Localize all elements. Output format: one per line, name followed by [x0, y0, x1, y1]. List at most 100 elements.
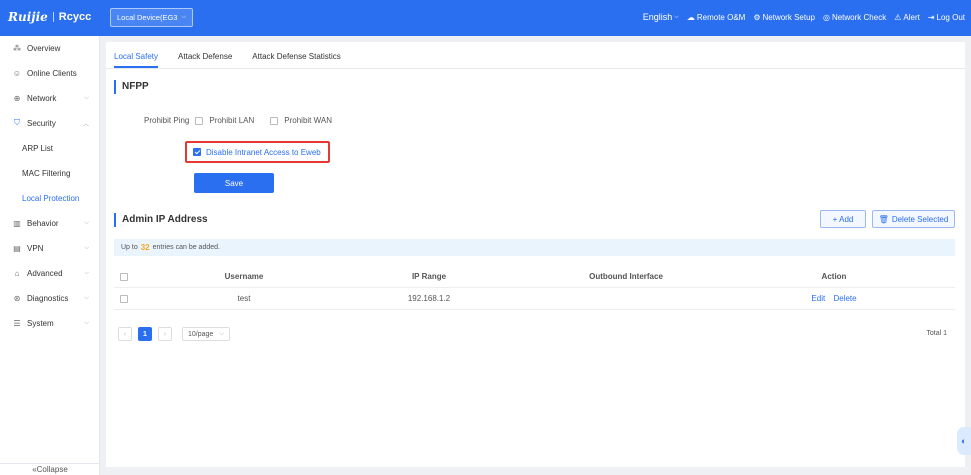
column-action: Action — [821, 272, 847, 281]
sidebar-item-network[interactable]: ⊕ Network ⌵ — [0, 87, 100, 109]
pagination: ‹ 1 › 10/page ⌵ — [118, 327, 230, 341]
sidebar-item-security[interactable]: ⛉ Security ︿ — [0, 112, 100, 134]
user-icon: ☺ — [12, 68, 22, 78]
sidebar: ⁂ Overview ☺ Online Clients ⊕ Network ⌵ … — [0, 36, 100, 475]
language-select[interactable]: English ⌵ — [643, 12, 679, 22]
top-bar: Ruijie Rcycc Local Device(EG3 ⌵ English … — [0, 0, 971, 36]
delete-link[interactable]: Delete — [833, 294, 856, 303]
tab-local-safety[interactable]: Local Safety — [114, 52, 159, 68]
network-check-label: Network Check — [831, 12, 887, 22]
sidebar-item-label: Network — [27, 93, 57, 103]
cell-outbound-interface — [566, 288, 686, 310]
sidebar-item-label: VPN — [27, 243, 44, 253]
sidebar-item-label: Security — [27, 118, 56, 128]
vpn-icon: ▤ — [13, 243, 21, 253]
chevron-down-icon: ⌵ — [674, 13, 679, 20]
add-button[interactable]: + Add — [820, 210, 866, 228]
delete-selected-label: Delete Selected — [891, 214, 949, 224]
sidebar-item-label: MAC Filtering — [22, 168, 71, 178]
sidebar-item-label: Local Protection — [22, 193, 80, 203]
sidebar-item-behavior[interactable]: ▥ Behavior ⌵ — [0, 212, 100, 234]
row-checkbox[interactable] — [120, 295, 128, 303]
prohibit-wan-label[interactable]: Prohibit WAN — [284, 116, 332, 125]
prev-page-button[interactable]: ‹ — [118, 327, 132, 341]
remote-om-link[interactable]: ☁ Remote O&M — [687, 13, 745, 22]
logout-label: Log Out — [936, 12, 965, 22]
prohibit-lan-checkbox[interactable] — [195, 116, 204, 125]
collapse-button[interactable]: «Collapse — [0, 463, 100, 475]
chevron-down-icon: ⌵ — [84, 269, 89, 276]
delete-selected-button[interactable]: 🗑 Delete Selected — [872, 210, 955, 228]
page-size-select[interactable]: 10/page ⌵ — [182, 327, 230, 341]
edit-link[interactable]: Edit — [811, 294, 825, 303]
tab-bar: Local Safety Attack Defense Attack Defen… — [114, 52, 341, 68]
system-icon: ☰ — [13, 318, 21, 328]
notice-prefix: Up to — [121, 244, 138, 251]
logout-link[interactable]: ⇥ Log Out — [928, 13, 965, 22]
column-ip-range: IP Range — [411, 272, 447, 281]
sidebar-item-label: Overview — [27, 43, 61, 53]
tabs-divider — [106, 68, 965, 69]
logo-divider — [52, 12, 54, 22]
shield-icon: ⛉ — [14, 118, 20, 127]
sidebar-item-label: ARP List — [22, 143, 53, 153]
tab-attack-defense[interactable]: Attack Defense — [178, 52, 232, 68]
prohibit-wan-checkbox[interactable] — [270, 116, 279, 125]
sidebar-item-arp-list[interactable]: ARP List — [0, 137, 100, 159]
disable-eweb-label[interactable]: Disable Intranet Access to Eweb — [206, 148, 321, 157]
sidebar-item-label: Diagnostics — [27, 293, 69, 303]
sidebar-item-local-protection[interactable]: Local Protection — [0, 187, 100, 209]
cloud-icon: ☁ — [686, 12, 695, 22]
device-select-value: Local Device(EG3 — [117, 13, 178, 22]
globe-icon: ⊕ — [13, 93, 21, 103]
chevron-down-icon: ⌵ — [84, 94, 89, 101]
top-nav: English ⌵ ☁ Remote O&M ⚙ Network Setup ◎… — [643, 12, 965, 22]
tab-attack-defense-statistics[interactable]: Attack Defense Statistics — [252, 52, 340, 68]
alert-link[interactable]: ⚠ Alert — [894, 13, 920, 22]
prohibit-lan-label[interactable]: Prohibit LAN — [209, 116, 254, 125]
notice-count: 32 — [140, 243, 150, 252]
sidebar-item-system[interactable]: ☰ System ⌵ — [0, 312, 100, 334]
sidebar-item-label: System — [27, 318, 54, 328]
sidebar-item-label: Behavior — [27, 218, 59, 228]
logout-icon: ⇥ — [927, 12, 935, 22]
sidebar-item-advanced[interactable]: ⌂ Advanced ⌵ — [0, 262, 100, 284]
chevron-down-icon: ⌵ — [84, 244, 89, 251]
save-button[interactable]: Save — [194, 173, 274, 193]
chevron-up-icon: ︿ — [82, 121, 89, 128]
language-label: English — [642, 12, 673, 22]
column-outbound-interface: Outbound Interface — [589, 272, 663, 281]
next-page-button[interactable]: › — [158, 327, 172, 341]
chevron-down-icon: ⌵ — [84, 319, 89, 326]
chevron-down-icon: ⌵ — [84, 294, 89, 301]
select-all-checkbox[interactable] — [120, 273, 128, 281]
page-button[interactable]: 1 — [138, 327, 152, 341]
admin-ip-section-title: Admin IP Address — [114, 213, 208, 227]
page-size-value: 10/page — [188, 330, 214, 338]
device-select[interactable]: Local Device(EG3 ⌵ — [110, 8, 194, 27]
sidebar-item-online-clients[interactable]: ☺ Online Clients — [0, 62, 100, 84]
notice-suffix: entries can be added. — [152, 244, 220, 251]
cell-username: test — [237, 294, 251, 303]
column-username: Username — [224, 272, 264, 281]
chevron-down-icon: ⌵ — [181, 14, 187, 20]
network-setup-link[interactable]: ⚙ Network Setup — [753, 13, 815, 22]
main-panel: Local Safety Attack Defense Attack Defen… — [106, 42, 965, 467]
sidebar-item-mac-filtering[interactable]: MAC Filtering — [0, 162, 100, 184]
admin-ip-table: Username IP Range Outbound Interface Act… — [114, 266, 955, 310]
network-check-link[interactable]: ◎ Network Check — [823, 13, 886, 22]
nfpp-options: Prohibit Ping Prohibit LAN Prohibit WAN — [144, 116, 342, 125]
ruijie-logo: Ruijie — [8, 10, 48, 24]
alert-icon: ⚠ — [894, 12, 902, 22]
cell-actions: Edit Delete — [794, 288, 874, 310]
help-float-icon[interactable]: ◐ — [957, 427, 971, 455]
sidebar-item-vpn[interactable]: ▤ VPN ⌵ — [0, 237, 100, 259]
prohibit-ping-label: Prohibit Ping — [144, 116, 190, 125]
sidebar-item-diagnostics[interactable]: ⊛ Diagnostics ⌵ — [0, 287, 100, 309]
sidebar-item-label: Advanced — [27, 268, 63, 278]
disable-eweb-checkbox[interactable] — [193, 148, 201, 156]
sidebar-item-overview[interactable]: ⁂ Overview — [0, 37, 100, 59]
logo: Ruijie Rcycc — [8, 10, 91, 24]
entries-notice: Up to 32 entries can be added. — [114, 239, 955, 256]
behavior-icon: ▥ — [13, 218, 21, 228]
